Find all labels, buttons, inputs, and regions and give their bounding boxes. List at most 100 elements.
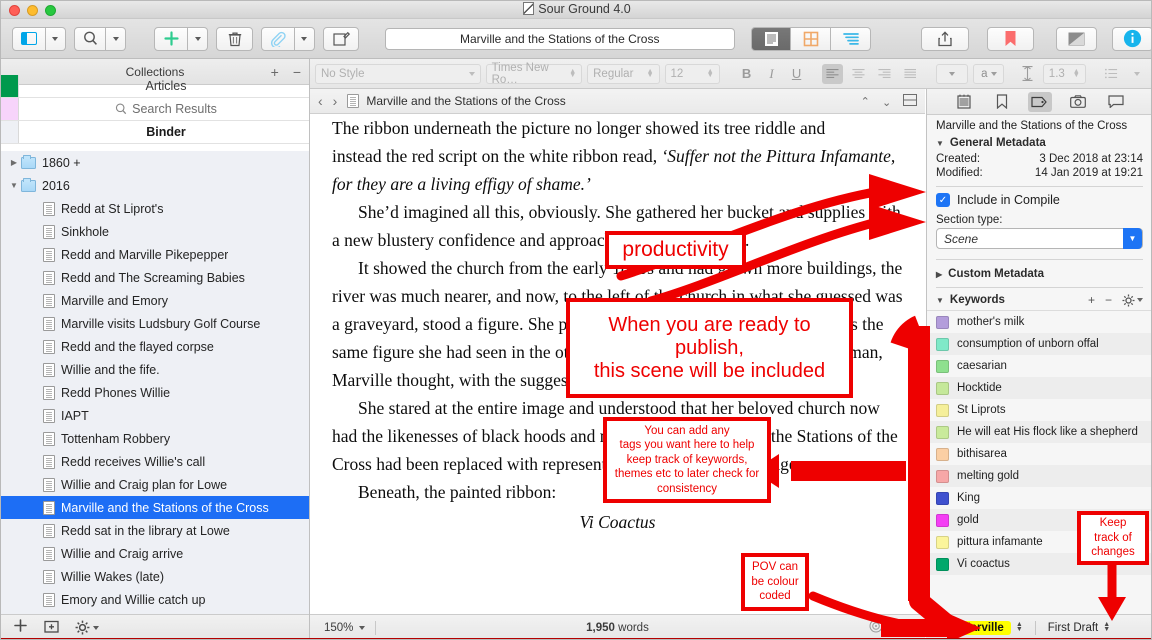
zoom-select[interactable]: 150%: [310, 622, 366, 634]
binder-item[interactable]: Redd and Marville Pikepepper: [1, 243, 309, 266]
keyword-row[interactable]: melting gold: [927, 465, 1151, 487]
attach-dropdown[interactable]: [294, 26, 315, 51]
keyword-color-swatch[interactable]: [936, 535, 949, 549]
binder-item[interactable]: Sinkhole: [1, 220, 309, 243]
keyword-row[interactable]: Hocktide: [927, 377, 1151, 399]
document-view-icon[interactable]: [751, 26, 792, 51]
style-select[interactable]: No Style: [315, 63, 481, 84]
search-dropdown[interactable]: [106, 26, 127, 51]
binder-item[interactable]: Redd receives Willie's call: [1, 450, 309, 473]
section-type-select[interactable]: Scene ▼: [936, 228, 1143, 249]
chevron-down-icon[interactable]: ⌃: [882, 95, 891, 108]
plus-icon[interactable]: [13, 618, 28, 637]
compose-icon[interactable]: [322, 26, 360, 51]
sidebar-icon[interactable]: [11, 26, 46, 51]
binder-item[interactable]: Redd at St Liprot's: [1, 197, 309, 220]
fullscreen-icon[interactable]: [897, 619, 911, 636]
pov-stepper-icon[interactable]: ▲ ▼: [1016, 621, 1023, 633]
keywords-add-button[interactable]: +: [1088, 293, 1095, 307]
gear-icon[interactable]: [1122, 293, 1143, 307]
font-weight-select[interactable]: Regular ▲ ▼: [587, 63, 660, 84]
binder-item[interactable]: Redd and the flayed corpse: [1, 335, 309, 358]
notepad-icon[interactable]: [952, 92, 976, 112]
binder-item[interactable]: Marville and Emory: [1, 289, 309, 312]
keywords-list[interactable]: mother's milk consumption of unborn offal…: [927, 310, 1151, 575]
keyword-color-swatch[interactable]: [936, 469, 949, 483]
search-icon[interactable]: [74, 26, 107, 51]
keywords-tools[interactable]: + −: [1088, 293, 1143, 307]
chevron-left-icon[interactable]: ‹: [318, 93, 323, 109]
font-size-select[interactable]: 12 ▲ ▼: [664, 63, 720, 84]
binder-item[interactable]: Willie and Craig arrive: [1, 542, 309, 565]
tag-icon[interactable]: [1027, 91, 1052, 112]
inspector-tabs[interactable]: [927, 89, 1151, 115]
line-height-select[interactable]: 1.3 ▲ ▼: [1042, 63, 1086, 84]
composition-mode-icon[interactable]: [1056, 26, 1098, 51]
bookmark-icon[interactable]: [990, 92, 1014, 112]
align-left-icon[interactable]: [821, 63, 843, 84]
align-center-icon[interactable]: [848, 64, 869, 84]
target-icon[interactable]: [869, 619, 883, 636]
align-right-icon[interactable]: [874, 64, 895, 84]
editor-body[interactable]: The ribbon underneath the picture no lon…: [310, 114, 925, 614]
triangle-right-icon[interactable]: ▶: [7, 158, 21, 167]
keyword-color-swatch[interactable]: [936, 359, 949, 373]
keyword-color-swatch[interactable]: [936, 403, 949, 417]
binder-item[interactable]: Redd sat in the library at Lowe: [1, 519, 309, 542]
binder-item[interactable]: ▶ 1860 +: [1, 151, 309, 174]
binder-item[interactable]: Willie and the fife.: [1, 358, 309, 381]
paperclip-icon[interactable]: [260, 26, 295, 51]
split-view-icon[interactable]: [903, 93, 917, 109]
keyword-row[interactable]: pittura infamante: [927, 531, 1151, 553]
search-group[interactable]: [74, 26, 127, 51]
triangle-down-icon[interactable]: ▼: [7, 181, 21, 190]
binder-item[interactable]: Marville and the Stations of the Cross: [1, 496, 309, 519]
italic-button[interactable]: I: [762, 64, 782, 84]
binder-tree[interactable]: ▶ 1860 + ▼ 2016 Redd at St Liprot's Sinkhole R…: [1, 151, 309, 614]
attach-group[interactable]: [260, 26, 315, 51]
binder-item[interactable]: Willie and Craig plan for Lowe: [1, 473, 309, 496]
keyword-row[interactable]: He will eat His flock like a shepherd: [927, 421, 1151, 443]
status-stepper-icon[interactable]: ▲ ▼: [1103, 621, 1110, 633]
keyword-color-swatch[interactable]: [936, 315, 949, 329]
collection-row-articles[interactable]: Articles: [1, 75, 309, 98]
chevron-down-icon[interactable]: ▼: [1123, 228, 1142, 249]
custom-metadata-header[interactable]: ▶ Custom Metadata: [927, 265, 1151, 283]
underline-button[interactable]: U: [787, 64, 807, 84]
share-icon[interactable]: [921, 26, 969, 51]
keyword-row[interactable]: Vi coactus: [927, 553, 1151, 575]
gear-icon[interactable]: [75, 620, 99, 635]
collection-row-search-results[interactable]: Search Results: [1, 98, 309, 121]
collection-row-binder[interactable]: Binder: [1, 121, 309, 144]
binder-item[interactable]: Redd Phones Willie: [1, 381, 309, 404]
chevron-right-icon[interactable]: ›: [333, 93, 338, 109]
keyword-color-swatch[interactable]: [936, 381, 949, 395]
line-spacing-icon[interactable]: [1018, 64, 1038, 84]
info-icon[interactable]: [1112, 26, 1151, 51]
align-justify-icon[interactable]: [900, 64, 921, 84]
add-group[interactable]: [154, 26, 209, 51]
keywords-header[interactable]: ▼ Keywords + −: [927, 290, 1151, 310]
keyword-row[interactable]: bithisarea: [927, 443, 1151, 465]
keyword-row[interactable]: consumption of unborn offal: [927, 333, 1151, 355]
bold-button[interactable]: B: [737, 64, 757, 84]
outline-view-icon[interactable]: [831, 26, 872, 51]
binder-item[interactable]: Marville visits Ludsbury Golf Course: [1, 312, 309, 335]
text-color-swatch[interactable]: [935, 63, 969, 84]
keyword-row[interactable]: caesarian: [927, 355, 1151, 377]
add-dropdown[interactable]: [188, 26, 209, 51]
editor-scrollbar[interactable]: [919, 114, 925, 614]
keyword-row[interactable]: King: [927, 487, 1151, 509]
keyword-row[interactable]: St Liprots: [927, 399, 1151, 421]
new-folder-icon[interactable]: [44, 619, 59, 637]
binder-item[interactable]: Tottenham Robbery: [1, 427, 309, 450]
keyword-row[interactable]: mother's milk: [927, 311, 1151, 333]
highlight-color-button[interactable]: a: [973, 63, 1005, 84]
include-in-compile-row[interactable]: ✓ Include in Compile: [927, 192, 1151, 208]
list-dropdown[interactable]: [1127, 64, 1147, 84]
pov-label[interactable]: Marville: [954, 620, 1011, 635]
keyword-color-swatch[interactable]: [936, 447, 949, 461]
binder-item[interactable]: ▼ 2016: [1, 174, 309, 197]
document-title-field[interactable]: Marville and the Stations of the Cross: [384, 27, 735, 50]
chevron-up-icon[interactable]: ⌃: [861, 95, 870, 108]
